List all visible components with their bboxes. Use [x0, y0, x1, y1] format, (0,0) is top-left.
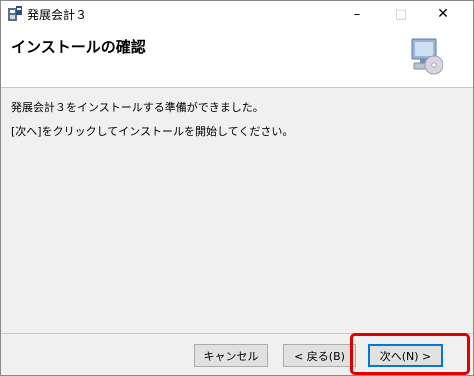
instruction-message: [次へ]をクリックしてインストールを開始してください。: [11, 125, 294, 138]
back-button[interactable]: < 戻る(B): [283, 344, 356, 367]
ready-message: 発展会計３をインストールする準備ができました。: [11, 101, 264, 114]
next-button[interactable]: 次へ(N) >: [368, 344, 443, 367]
maximize-button[interactable]: □: [379, 1, 423, 27]
wizard-header: インストールの確認: [1, 27, 473, 88]
window-title: 発展会計３: [27, 8, 88, 22]
minimize-button[interactable]: –: [335, 1, 379, 27]
computer-cd-icon: [411, 38, 443, 75]
installer-window: 発展会計３ – □ ✕ インストールの確認 発展会計３をインストールする準備がで…: [0, 0, 474, 376]
footer-divider: [1, 333, 473, 334]
installer-app-icon: [8, 6, 22, 21]
page-title: インストールの確認: [11, 38, 146, 56]
close-button[interactable]: ✕: [421, 1, 465, 27]
title-bar: 発展会計３ – □ ✕: [1, 1, 473, 27]
cancel-button[interactable]: キャンセル: [194, 344, 268, 367]
